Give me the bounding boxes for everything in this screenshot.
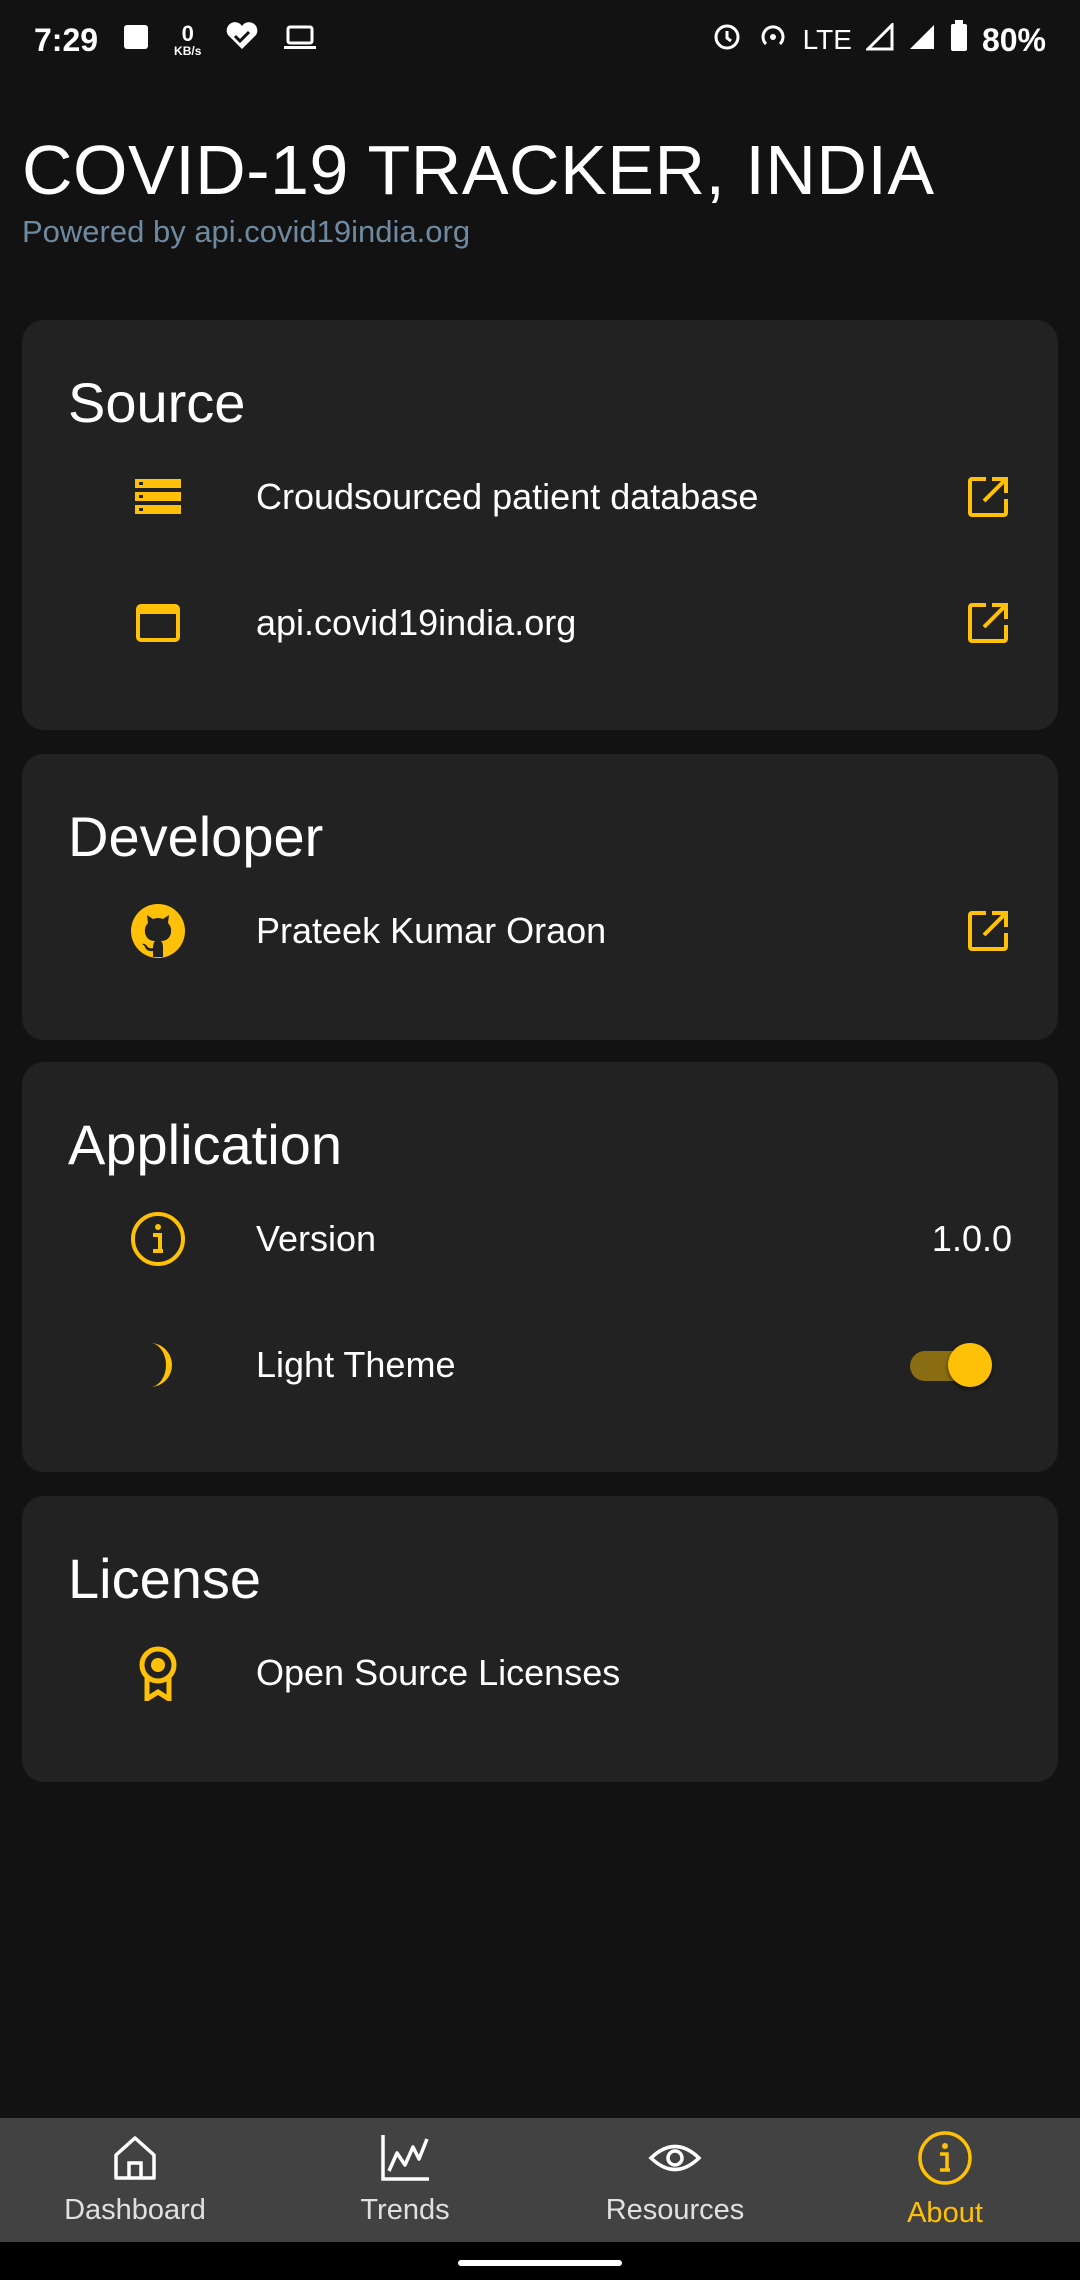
info-icon bbox=[130, 1211, 186, 1267]
application-card: Application Version 1.0.0 Light Theme bbox=[22, 1062, 1058, 1472]
network-type: LTE bbox=[802, 24, 852, 55]
about-screen: 7:29 0 KB/s LTE 80% COVID-19 TRACKER, IN… bbox=[0, 0, 1080, 2280]
license-card: License Open Source Licenses bbox=[22, 1496, 1058, 1782]
license-row[interactable]: Open Source Licenses bbox=[22, 1623, 1058, 1723]
app-subtitle: Powered by api.covid19india.org bbox=[22, 214, 471, 249]
status-bar: 7:29 0 KB/s LTE 80% bbox=[0, 0, 1080, 80]
nav-label: About bbox=[907, 2197, 983, 2229]
network-speed-value: 0 bbox=[181, 21, 194, 46]
source-item-label: Croudsourced patient database bbox=[256, 476, 759, 517]
nav-label: Resources bbox=[605, 2194, 745, 2226]
developer-title: Developer bbox=[68, 805, 324, 868]
trend-chart-icon bbox=[379, 2133, 431, 2188]
eye-icon bbox=[648, 2133, 702, 2188]
source-row-api[interactable]: api.covid19india.org bbox=[22, 573, 1058, 673]
network-speed: 0 KB/s bbox=[174, 21, 202, 58]
nav-item-resources[interactable]: Resources bbox=[540, 2118, 810, 2242]
license-label: Open Source Licenses bbox=[256, 1652, 621, 1693]
status-left: 7:29 0 KB/s bbox=[34, 21, 317, 59]
nav-label: Trends bbox=[360, 2194, 450, 2226]
moon-icon bbox=[130, 1337, 186, 1393]
source-title: Source bbox=[68, 371, 246, 434]
database-list-icon bbox=[130, 469, 186, 525]
nav-label: Dashboard bbox=[64, 2194, 206, 2226]
theme-row[interactable]: Light Theme bbox=[22, 1315, 1058, 1415]
hotspot-icon bbox=[757, 20, 789, 60]
application-title: Application bbox=[68, 1113, 342, 1176]
laptop-icon bbox=[283, 22, 317, 59]
notification-square-icon bbox=[122, 22, 150, 59]
network-speed-unit: KB/s bbox=[174, 44, 202, 58]
version-label: Version bbox=[256, 1218, 377, 1259]
source-card: Source Croudsourced patient database api… bbox=[22, 320, 1058, 730]
signal-full-icon bbox=[908, 22, 936, 59]
health-heart-icon bbox=[225, 21, 259, 59]
theme-toggle[interactable] bbox=[910, 1343, 992, 1387]
signal-icon bbox=[864, 20, 894, 59]
home-icon bbox=[110, 2133, 160, 2188]
license-title: License bbox=[68, 1547, 262, 1610]
nav-item-about[interactable]: About bbox=[810, 2118, 1080, 2242]
nav-item-trends[interactable]: Trends bbox=[270, 2118, 540, 2242]
version-row: Version 1.0.0 bbox=[22, 1189, 1058, 1289]
app-title: COVID-19 TRACKER, INDIA bbox=[22, 131, 935, 209]
source-row-patient-database[interactable]: Croudsourced patient database bbox=[22, 447, 1058, 547]
github-icon bbox=[130, 903, 186, 959]
version-value: 1.0.0 bbox=[931, 1218, 1012, 1259]
status-time: 7:29 bbox=[34, 21, 99, 58]
status-right: LTE 80% bbox=[711, 20, 1046, 60]
open-external-icon[interactable] bbox=[964, 907, 1012, 955]
nav-item-dashboard[interactable]: Dashboard bbox=[0, 2118, 270, 2242]
bottom-navigation: Dashboard Trends Resources About bbox=[0, 2118, 1080, 2242]
gesture-handle[interactable] bbox=[458, 2260, 622, 2266]
toggle-thumb bbox=[948, 1343, 992, 1387]
open-external-icon[interactable] bbox=[964, 473, 1012, 521]
developer-name: Prateek Kumar Oraon bbox=[256, 910, 607, 951]
developer-row[interactable]: Prateek Kumar Oraon bbox=[22, 881, 1058, 981]
source-item-label: api.covid19india.org bbox=[256, 602, 577, 643]
open-external-icon[interactable] bbox=[964, 599, 1012, 647]
theme-label: Light Theme bbox=[256, 1344, 456, 1385]
battery-percent: 80% bbox=[981, 21, 1046, 58]
developer-card: Developer Prateek Kumar Oraon bbox=[22, 754, 1058, 1040]
battery-icon bbox=[950, 20, 968, 60]
alarm-icon bbox=[711, 20, 743, 60]
info-icon bbox=[917, 2130, 973, 2191]
browser-window-icon bbox=[130, 595, 186, 651]
award-icon bbox=[130, 1645, 186, 1701]
